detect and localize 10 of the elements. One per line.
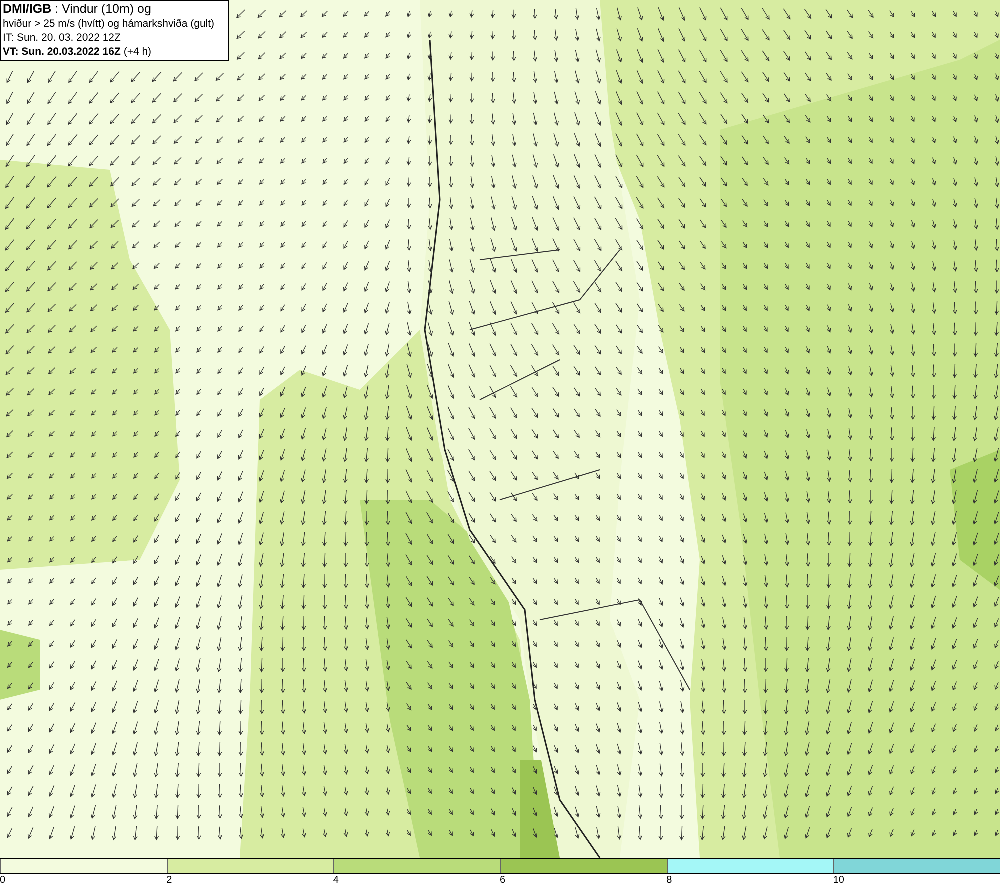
- legend-text: VT: Sun. 20.03.2022 16Z (+4 h): [3, 45, 153, 59]
- scale-label: 0: [0, 875, 6, 887]
- scale-label: 2: [166, 875, 172, 887]
- legend-text: DMI/IGB : Vindur (10m) og: [3, 2, 152, 17]
- scale-label: 8: [666, 875, 672, 887]
- scale-label: 4: [333, 875, 339, 887]
- legend-text: hviður > 25 m/s (hvítt) og hámarkshviða (gult): [3, 17, 216, 31]
- scale-label: 6: [500, 875, 506, 887]
- legend-text: IT: Sun. 20. 03. 2022 12Z: [3, 31, 122, 45]
- scale-label: 10: [833, 875, 844, 887]
